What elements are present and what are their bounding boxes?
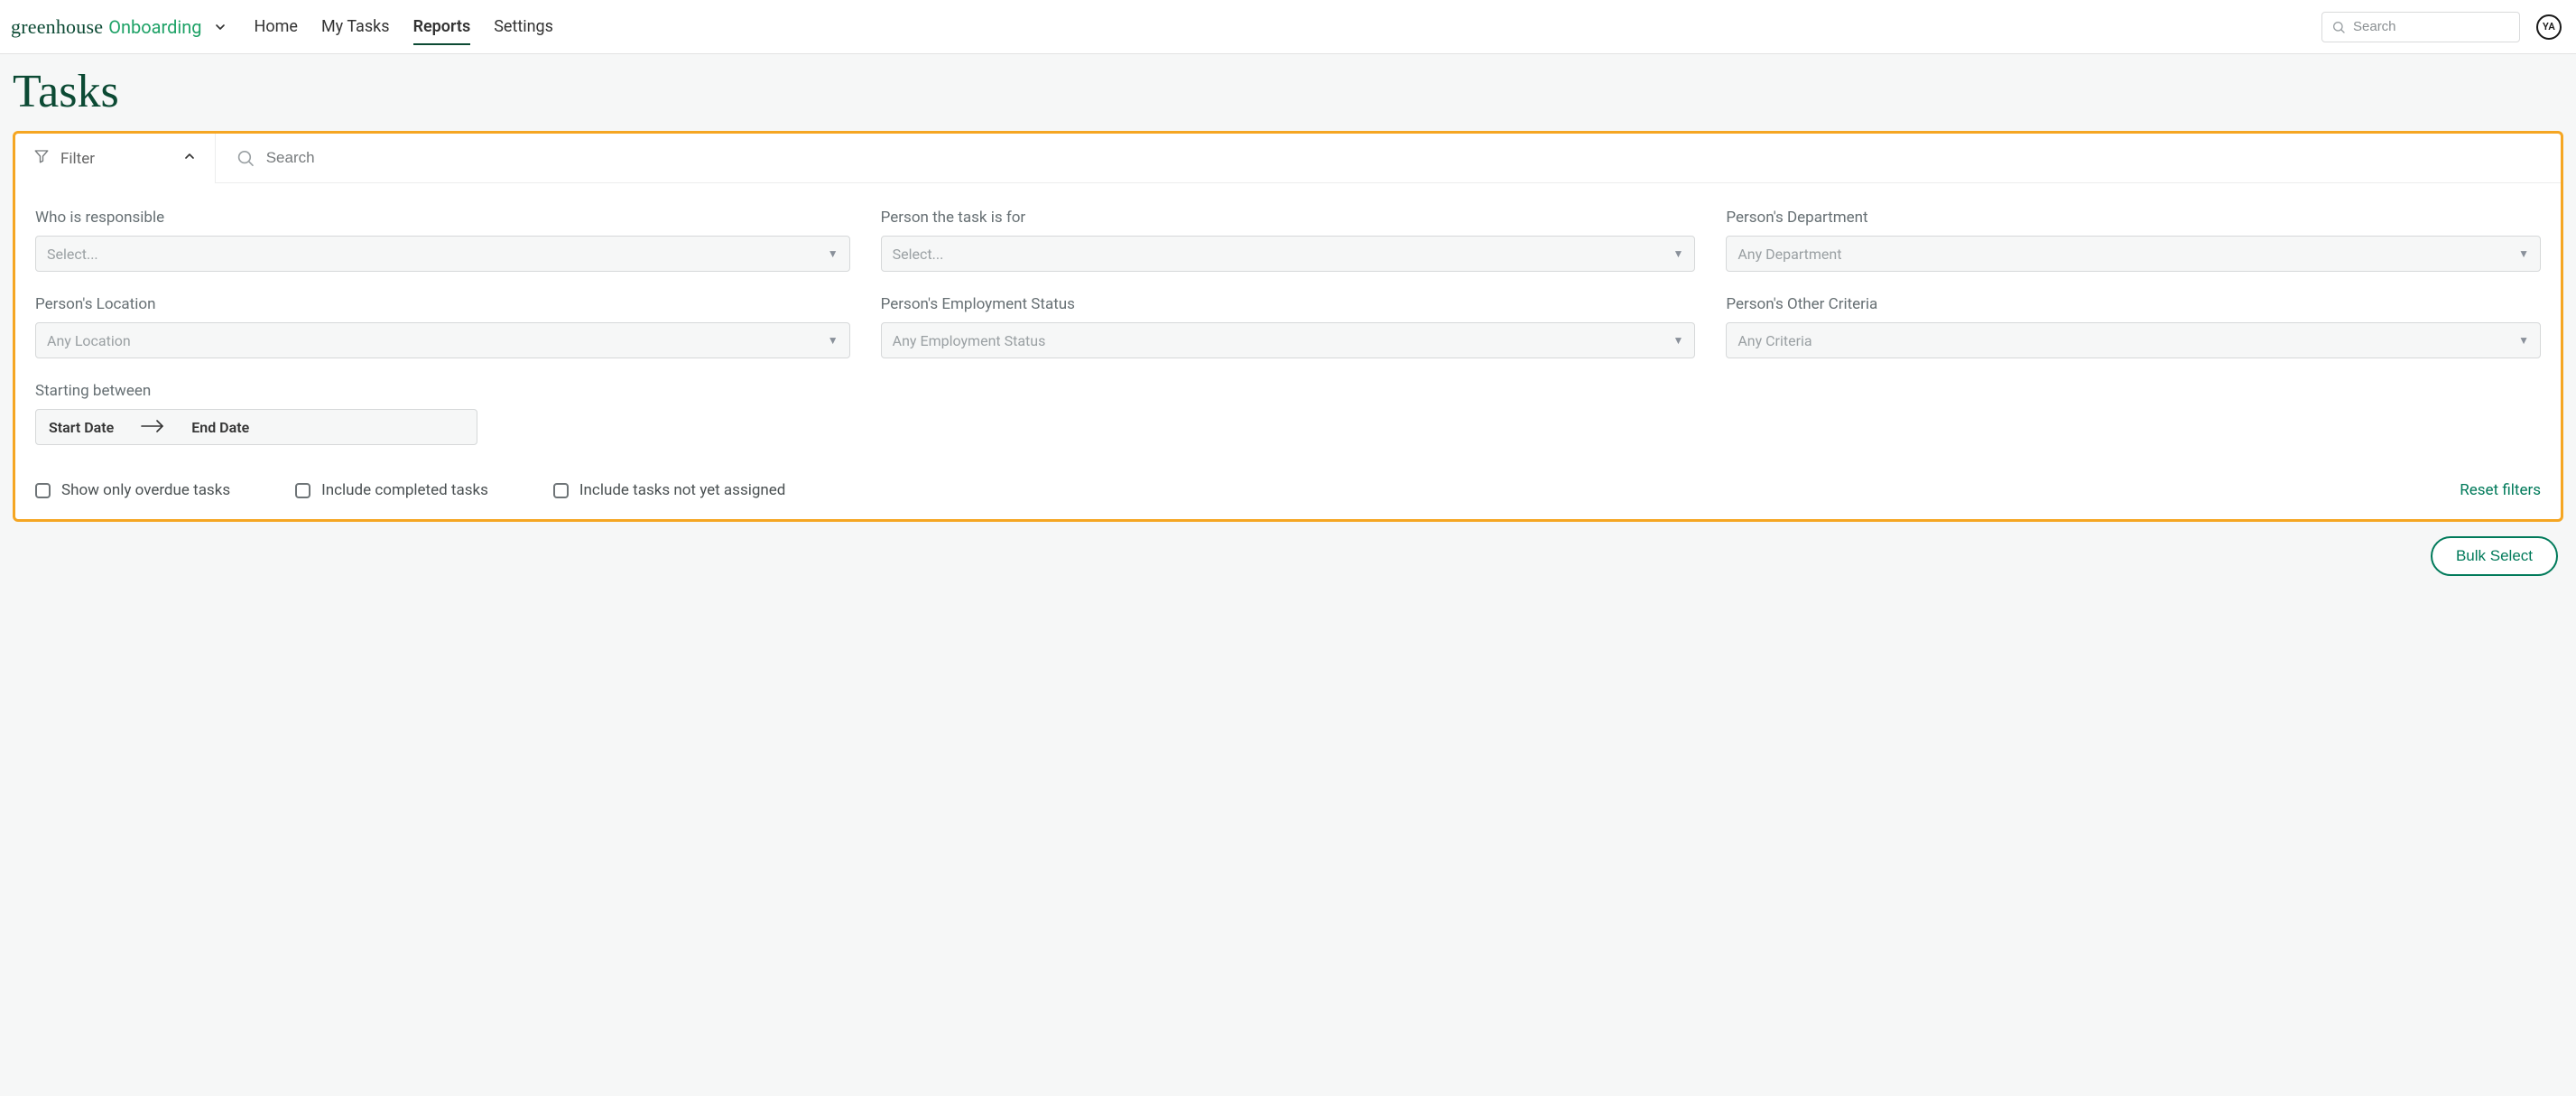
checkbox-icon [295,483,310,498]
field-label: Person's Employment Status [881,295,1696,313]
nav-my-tasks[interactable]: My Tasks [321,12,390,42]
caret-down-icon: ▼ [2518,247,2529,260]
caret-down-icon: ▼ [1673,334,1683,347]
select-placeholder: Any Employment Status [893,332,1046,349]
field-responsible: Who is responsible Select... ▼ [35,209,850,272]
page-title: Tasks [13,65,2563,118]
date-range[interactable]: Start Date End Date [35,409,477,445]
select-placeholder: Any Criteria [1737,332,1812,349]
select-location[interactable]: Any Location ▼ [35,322,850,358]
checkbox-icon [35,483,51,498]
field-department: Person's Department Any Department ▼ [1726,209,2541,272]
select-placeholder: Any Department [1737,246,1841,263]
global-search[interactable] [2321,12,2520,42]
checkbox-not-assigned[interactable]: Include tasks not yet assigned [553,481,785,499]
caret-down-icon: ▼ [828,247,839,260]
reset-filters-link[interactable]: Reset filters [2460,481,2541,499]
select-employment-status[interactable]: Any Employment Status ▼ [881,322,1696,358]
select-department[interactable]: Any Department ▼ [1726,236,2541,272]
select-person-for[interactable]: Select... ▼ [881,236,1696,272]
global-search-input[interactable] [2353,19,2510,34]
end-date-label: End Date [191,419,249,436]
filter-toggle[interactable]: Filter [15,134,216,183]
chevron-up-icon [182,149,197,168]
filter-icon [33,148,50,169]
checkbox-overdue[interactable]: Show only overdue tasks [35,481,230,499]
arrow-right-icon [141,419,164,436]
field-location: Person's Location Any Location ▼ [35,295,850,358]
checkbox-label: Include tasks not yet assigned [579,481,785,499]
select-placeholder: Select... [893,246,944,263]
field-label: Person's Department [1726,209,2541,227]
nav-settings[interactable]: Settings [494,12,553,42]
panel-search-input[interactable] [266,149,2541,167]
bulk-select-button[interactable]: Bulk Select [2431,536,2558,576]
nav-home[interactable]: Home [255,12,298,42]
avatar[interactable]: YA [2536,14,2562,40]
select-placeholder: Any Location [47,332,131,349]
field-employment-status: Person's Employment Status Any Employmen… [881,295,1696,358]
field-label: Person the task is for [881,209,1696,227]
field-other-criteria: Person's Other Criteria Any Criteria ▼ [1726,295,2541,358]
field-person-for: Person the task is for Select... ▼ [881,209,1696,272]
chevron-down-icon [213,20,227,34]
search-icon [2331,20,2346,34]
select-responsible[interactable]: Select... ▼ [35,236,850,272]
nav-reports[interactable]: Reports [413,12,471,42]
select-placeholder: Select... [47,246,98,263]
caret-down-icon: ▼ [1673,247,1683,260]
checkbox-icon [553,483,569,498]
checkbox-label: Show only overdue tasks [61,481,230,499]
field-label: Starting between [35,382,850,400]
brand-primary: greenhouse [11,15,103,39]
select-other-criteria[interactable]: Any Criteria ▼ [1726,322,2541,358]
checkbox-completed[interactable]: Include completed tasks [295,481,488,499]
checkbox-label: Include completed tasks [321,481,488,499]
filter-toggle-label: Filter [60,150,95,168]
top-nav-bar: greenhouse Onboarding Home My Tasks Repo… [0,0,2576,54]
field-starting-between: Starting between Start Date End Date [35,382,850,445]
field-label: Who is responsible [35,209,850,227]
field-label: Person's Location [35,295,850,313]
primary-nav: Home My Tasks Reports Settings [255,12,553,42]
caret-down-icon: ▼ [828,334,839,347]
brand-secondary: Onboarding [108,16,201,38]
brand-switcher[interactable]: greenhouse Onboarding [11,15,227,39]
start-date-label: Start Date [49,419,114,436]
filter-panel: Filter Who is responsible Select... ▼ [13,131,2563,522]
panel-search[interactable] [216,134,2561,183]
field-label: Person's Other Criteria [1726,295,2541,313]
caret-down-icon: ▼ [2518,334,2529,347]
search-icon [236,148,255,168]
